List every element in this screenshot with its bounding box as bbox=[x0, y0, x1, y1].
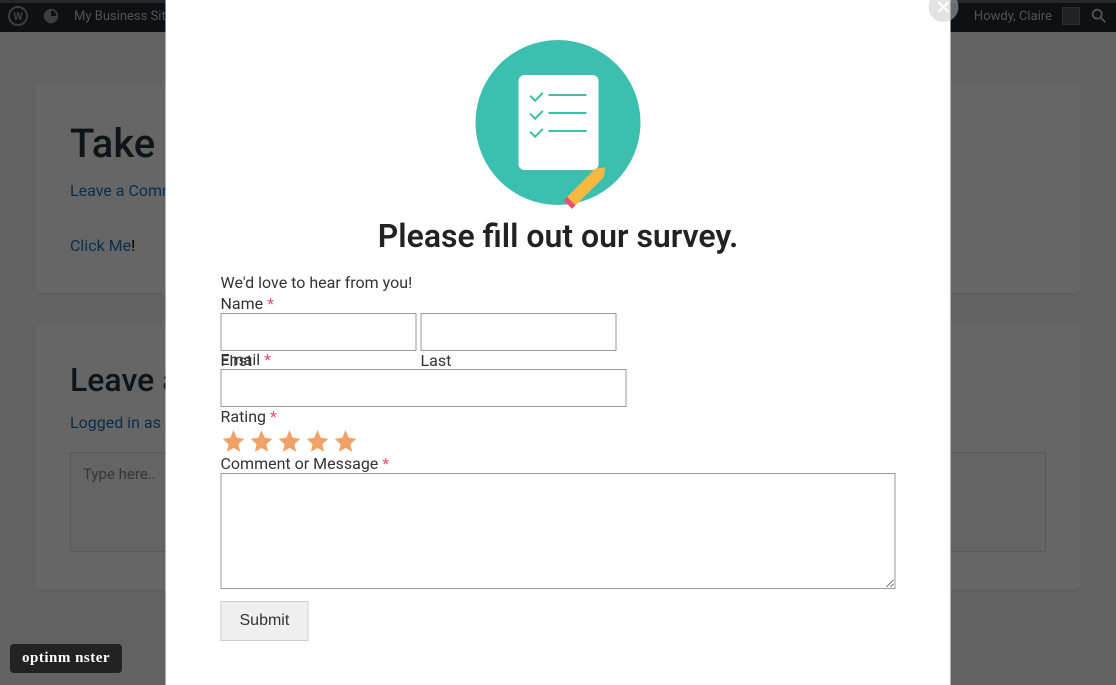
clipboard-icon bbox=[518, 75, 598, 170]
comment-label: Comment or Message * bbox=[221, 454, 896, 473]
email-input[interactable] bbox=[221, 369, 627, 407]
last-sublabel: Last bbox=[421, 351, 617, 370]
first-name-input[interactable] bbox=[221, 313, 417, 351]
comment-textarea-input[interactable] bbox=[221, 473, 896, 589]
last-name-input[interactable] bbox=[421, 313, 617, 351]
survey-hero-icon bbox=[221, 40, 896, 205]
form-intro-text: We'd love to hear from you! bbox=[221, 273, 896, 292]
star-icon[interactable] bbox=[305, 428, 331, 454]
pencil-icon bbox=[567, 169, 604, 206]
optinmonster-badge[interactable]: optinm nster bbox=[10, 644, 122, 673]
close-icon bbox=[937, 0, 951, 14]
submit-button[interactable]: Submit bbox=[221, 601, 309, 641]
star-icon[interactable] bbox=[277, 428, 303, 454]
star-icon[interactable] bbox=[333, 428, 359, 454]
survey-modal: Please fill out our survey. We'd love to… bbox=[166, 0, 951, 685]
modal-heading: Please fill out our survey. bbox=[221, 217, 896, 255]
name-label: Name * bbox=[221, 294, 896, 313]
star-icon[interactable] bbox=[221, 428, 247, 454]
star-icon[interactable] bbox=[249, 428, 275, 454]
star-rating[interactable] bbox=[221, 428, 896, 454]
rating-label: Rating * bbox=[221, 407, 896, 426]
